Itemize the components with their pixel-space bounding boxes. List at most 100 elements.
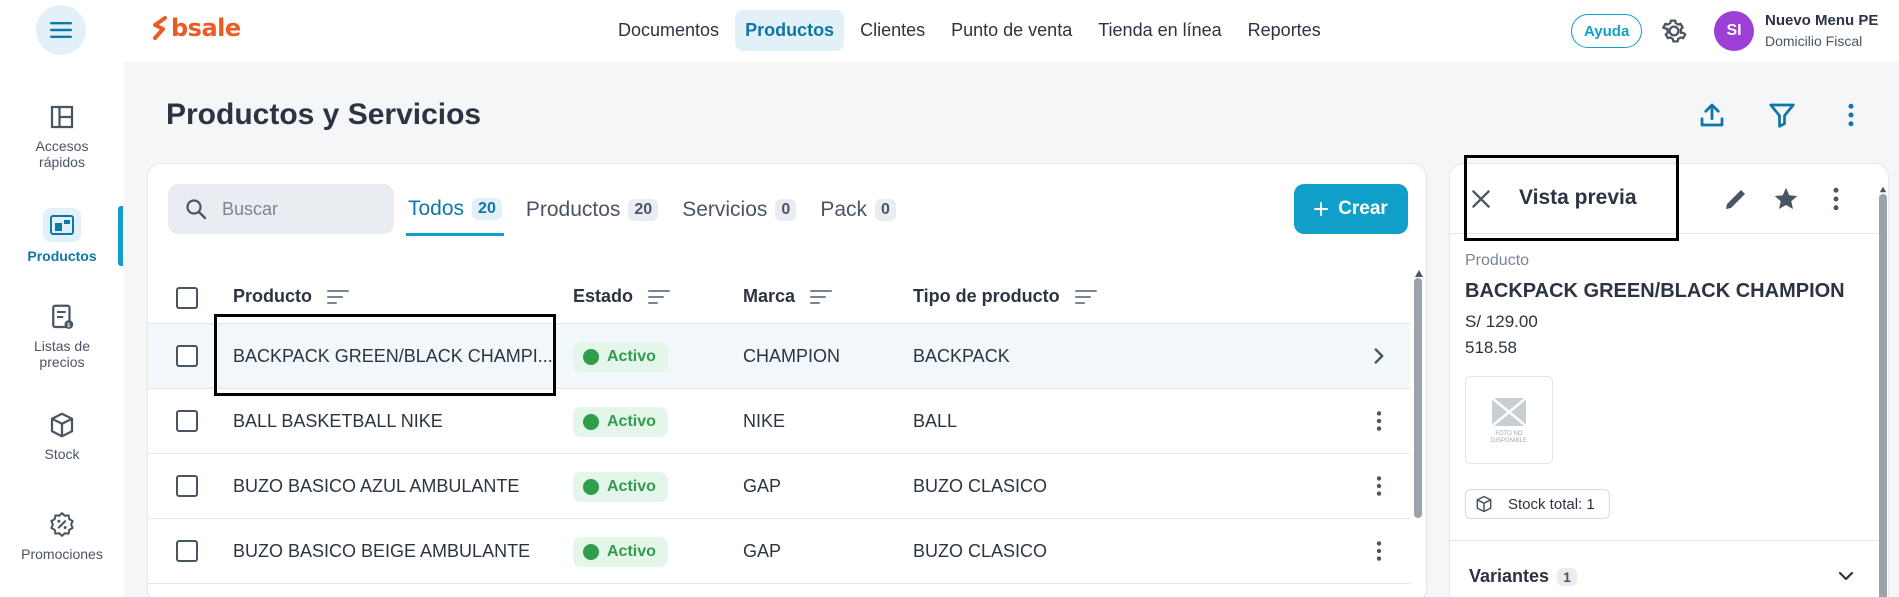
tab-count: 0 [775, 199, 797, 221]
cell-estado: Activo [573, 389, 668, 454]
sidebar-label-line2: rápidos [39, 154, 85, 170]
layout-icon [50, 105, 74, 129]
tab-count: 20 [628, 199, 659, 221]
more-vertical-icon[interactable] [1821, 184, 1851, 214]
sort-icon[interactable] [1074, 287, 1098, 307]
hamburger-icon [50, 22, 72, 38]
filter-icon[interactable] [1767, 100, 1797, 130]
avatar[interactable]: SI [1714, 11, 1754, 51]
search-box[interactable] [168, 184, 394, 234]
row-checkbox[interactable] [176, 540, 198, 562]
sort-icon[interactable] [647, 287, 671, 307]
scroll-up-arrow-icon[interactable] [1414, 268, 1424, 278]
preview-price: S/ 129.00 [1465, 312, 1538, 331]
scroll-up-arrow-icon[interactable] [1879, 184, 1887, 194]
row-checkbox[interactable] [176, 475, 198, 497]
column-label: Marca [743, 286, 796, 306]
nav-punto-de-venta[interactable]: Punto de venta [941, 10, 1082, 51]
column-label: Tipo de producto [913, 286, 1060, 306]
chevron-right-icon[interactable] [1366, 343, 1392, 369]
tab-productos[interactable]: Productos 20 [524, 184, 660, 236]
sidebar-label-line1: Productos [27, 248, 97, 264]
cell-estado: Activo [573, 324, 668, 389]
sidebar-label-line1: Promociones [21, 546, 103, 562]
plus-icon [1314, 202, 1329, 216]
table-row[interactable]: BALL BASKETBALL NIKE Activo NIKE BALL [148, 389, 1410, 454]
table-row[interactable]: BUZO BASICO BEIGE AMBULANTE Activo GAP B… [148, 519, 1410, 584]
sidebar-label-line1: Listas de [33, 338, 91, 354]
preview-type-label: Producto [1465, 252, 1530, 269]
column-tipo-de-producto[interactable]: Tipo de producto [913, 286, 1098, 307]
cell-producto: BALL BASKETBALL NIKE [233, 411, 443, 431]
status-dot [583, 413, 599, 430]
help-button[interactable]: Ayuda [1571, 14, 1643, 48]
table-scrollbar[interactable] [1414, 278, 1422, 518]
sidebar-item-stock[interactable]: Stock [0, 410, 124, 462]
svg-text:$: $ [67, 322, 71, 329]
more-vertical-icon[interactable] [1366, 473, 1392, 499]
stock-total-label: Stock total: 1 [1508, 495, 1595, 513]
menu-button[interactable] [36, 5, 86, 55]
no-image-text: FOTO NO DISPONIBLE [1490, 431, 1527, 444]
status-dot [583, 478, 599, 495]
preview-scrollbar[interactable] [1879, 194, 1887, 597]
bsale-logo[interactable]: bsale [151, 14, 241, 42]
column-producto[interactable]: Producto [233, 286, 350, 307]
status-label: Activo [607, 542, 656, 560]
price-list-icon: $ [52, 304, 74, 329]
variants-count: 1 [1557, 567, 1577, 586]
gear-icon[interactable] [1659, 16, 1689, 46]
status-badge: Activo [573, 406, 668, 437]
more-vertical-icon[interactable] [1366, 538, 1392, 564]
nav-documentos[interactable]: Documentos [608, 10, 729, 51]
chevron-down-icon[interactable] [1834, 564, 1858, 588]
user-name[interactable]: Nuevo Menu PE [1765, 12, 1878, 29]
user-subtitle: Domicilio Fiscal [1765, 33, 1863, 49]
tab-label: Servicios [682, 198, 768, 221]
nav-tienda-en-linea[interactable]: Tienda en línea [1088, 10, 1231, 51]
tab-servicios[interactable]: Servicios 0 [680, 184, 798, 236]
sidebar-active-indicator [118, 206, 123, 266]
select-all-checkbox[interactable] [176, 287, 198, 309]
sort-icon[interactable] [809, 287, 833, 307]
row-checkbox[interactable] [176, 410, 198, 432]
nav-clientes[interactable]: Clientes [850, 10, 935, 51]
nav-productos[interactable]: Productos [735, 10, 845, 51]
filter-tabs: Todos 20 Productos 20 Servicios 0 Pack 0 [406, 184, 918, 236]
star-icon[interactable] [1771, 184, 1801, 214]
search-input[interactable] [222, 198, 372, 220]
cell-marca: GAP [743, 541, 782, 561]
sidebar-label-line1: Accesos [35, 138, 89, 154]
tab-label: Todos [408, 196, 465, 220]
preview-product-name: BACKPACK GREEN/BLACK CHAMPION [1465, 280, 1845, 302]
table-row[interactable]: BUZO BASICO AZUL AMBULANTE Activo GAP BU… [148, 454, 1410, 519]
column-marca[interactable]: Marca [743, 286, 833, 307]
products-icon [50, 215, 74, 235]
sidebar-item-productos[interactable]: Productos [0, 208, 124, 264]
sidebar-label-line1: Stock [44, 446, 80, 462]
sort-icon[interactable] [326, 287, 350, 307]
sidebar-label-line2: precios [39, 354, 85, 370]
row-checkbox[interactable] [176, 345, 198, 367]
preview-cost: 518.58 [1465, 338, 1517, 357]
cell-producto: BUZO BASICO BEIGE AMBULANTE [233, 541, 531, 561]
nav-reportes[interactable]: Reportes [1238, 10, 1331, 51]
sidebar-item-accesos-rapidos[interactable]: Accesos rápidos [0, 102, 124, 170]
more-vertical-icon[interactable] [1836, 100, 1866, 130]
variants-section-header[interactable]: Variantes 1 [1469, 566, 1577, 587]
status-badge: Activo [573, 536, 668, 567]
column-estado[interactable]: Estado [573, 286, 671, 307]
cell-tipo: BACKPACK [913, 346, 1010, 366]
box-icon [50, 412, 74, 438]
upload-icon[interactable] [1697, 100, 1727, 130]
more-vertical-icon[interactable] [1366, 408, 1392, 434]
create-button[interactable]: Crear [1294, 184, 1408, 234]
sidebar-item-listas-de-precios[interactable]: $ Listas de precios [0, 302, 124, 370]
tab-todos[interactable]: Todos 20 [406, 184, 504, 236]
sidebar-item-promociones[interactable]: Promociones [0, 510, 124, 562]
cell-tipo: BUZO CLASICO [913, 541, 1048, 561]
pencil-icon[interactable] [1721, 184, 1751, 214]
products-icon-wrap [43, 208, 81, 242]
tab-pack[interactable]: Pack 0 [818, 184, 898, 236]
logo-text: bsale [171, 14, 241, 42]
